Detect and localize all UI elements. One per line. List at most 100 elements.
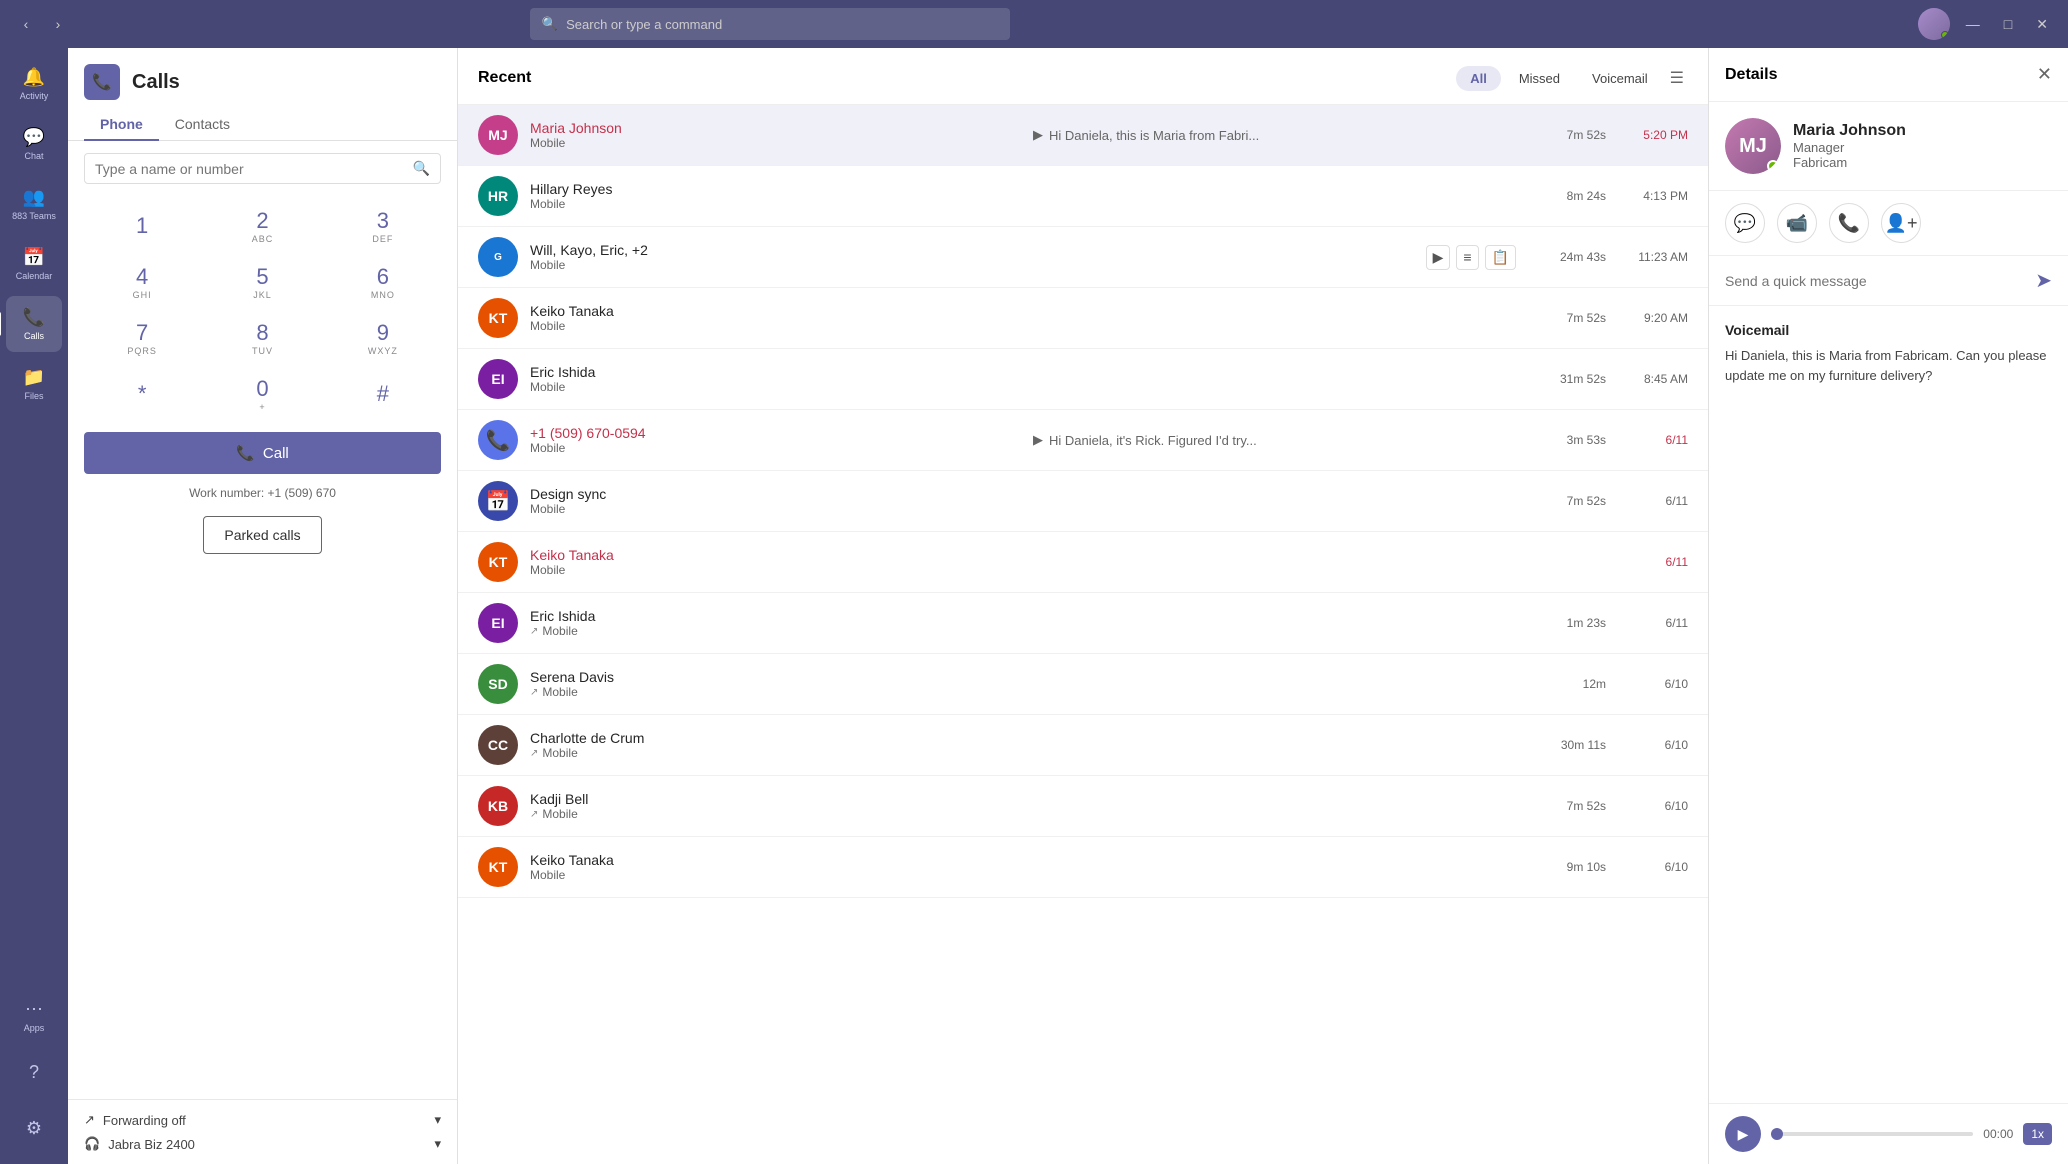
call-button[interactable]: 📞 Call	[84, 432, 441, 474]
call-time: 11:23 AM	[1618, 250, 1688, 264]
call-item[interactable]: CC Charlotte de Crum ↗ Mobile 30m 11s 6/…	[458, 715, 1708, 776]
filter-voicemail[interactable]: Voicemail	[1578, 66, 1662, 91]
caller-name: Keiko Tanaka	[530, 303, 1021, 319]
caller-type: ↗ Mobile	[530, 807, 1021, 821]
dial-key-6[interactable]: 6 MNO	[325, 256, 441, 308]
sidebar: 🔔 Activity 💬 Chat 👥 883 Teams 📅 Calendar…	[0, 48, 68, 1164]
minimize-button[interactable]: —	[1958, 12, 1988, 36]
device-setting[interactable]: 🎧 Jabra Biz 2400 ▾	[84, 1136, 441, 1152]
person-details: Maria Johnson Manager Fabricam	[1793, 122, 1906, 170]
more-action-button[interactable]: 👤+	[1881, 203, 1921, 243]
call-time: 6/11	[1618, 494, 1688, 508]
call-item[interactable]: EI Eric Ishida ↗ Mobile 1m 23s 6/11	[458, 593, 1708, 654]
audio-scrubber[interactable]	[1771, 1128, 1783, 1140]
audio-speed-button[interactable]: 1x	[2023, 1123, 2052, 1145]
call-item[interactable]: KT Keiko Tanaka Mobile 6/11	[458, 532, 1708, 593]
dial-key-1[interactable]: 1	[84, 200, 200, 252]
back-button[interactable]: ‹	[12, 10, 40, 38]
call-duration: 30m 11s	[1536, 738, 1606, 752]
dial-key-9[interactable]: 9 WXYZ	[325, 312, 441, 364]
call-preview: ▶ Hi Daniela, this is Maria from Fabri..…	[1033, 127, 1524, 143]
play-voicemail-button[interactable]: ▶	[1725, 1116, 1761, 1152]
dial-key-3[interactable]: 3 DEF	[325, 200, 441, 252]
call-duration: 31m 52s	[1536, 372, 1606, 386]
forwarding-setting[interactable]: ↗ Forwarding off ▾	[84, 1112, 441, 1128]
call-action-button[interactable]: 📞	[1829, 203, 1869, 243]
tab-phone[interactable]: Phone	[84, 108, 159, 140]
call-item[interactable]: HR Hillary Reyes Mobile 8m 24s 4:13 PM	[458, 166, 1708, 227]
video-action-button[interactable]: 📹	[1777, 203, 1817, 243]
number-search-input[interactable]	[95, 161, 407, 177]
user-avatar[interactable]	[1918, 8, 1950, 40]
forward-button[interactable]: ›	[44, 10, 72, 38]
call-item[interactable]: MJ Maria Johnson Mobile ▶ Hi Daniela, th…	[458, 105, 1708, 166]
dial-key-8[interactable]: 8 TUV	[204, 312, 320, 364]
apps-icon: ⋯	[25, 999, 43, 1020]
dial-key-star[interactable]: *	[84, 368, 200, 420]
nav-buttons: ‹ ›	[12, 10, 72, 38]
tab-contacts[interactable]: Contacts	[159, 108, 246, 140]
call-duration: 7m 52s	[1536, 311, 1606, 325]
sidebar-item-apps[interactable]: ⋯ Apps	[6, 988, 62, 1044]
search-bar[interactable]: 🔍	[530, 8, 1010, 40]
sidebar-item-teams[interactable]: 👥 883 Teams	[6, 176, 62, 232]
call-item[interactable]: G Will, Kayo, Eric, +2 Mobile ▶ ≡ 📋 24m …	[458, 227, 1708, 288]
call-item[interactable]: KT Keiko Tanaka Mobile 9m 10s 6/10	[458, 837, 1708, 898]
sidebar-item-files[interactable]: 📁 Files	[6, 356, 62, 412]
audio-progress-bar[interactable]	[1771, 1132, 1973, 1136]
forwarding-chevron-icon: ▾	[434, 1112, 441, 1128]
caller-info: Keiko Tanaka Mobile	[530, 852, 1021, 882]
person-online-status	[1767, 160, 1779, 172]
filter-more-button[interactable]: ☰	[1666, 64, 1688, 92]
transcript-button[interactable]: ≡	[1456, 245, 1478, 270]
call-item[interactable]: SD Serena Davis ↗ Mobile 12m 6/10	[458, 654, 1708, 715]
details-close-button[interactable]: ✕	[2037, 64, 2052, 85]
close-button[interactable]: ✕	[2028, 12, 2056, 37]
call-duration: 1m 23s	[1536, 616, 1606, 630]
call-duration: 9m 10s	[1536, 860, 1606, 874]
filter-missed[interactable]: Missed	[1505, 66, 1574, 91]
call-item[interactable]: KB Kadji Bell ↗ Mobile 7m 52s 6/10	[458, 776, 1708, 837]
caller-type: Mobile	[530, 197, 1021, 211]
sidebar-label-activity: Activity	[20, 91, 49, 101]
avatar: G	[478, 237, 518, 277]
call-item[interactable]: 📅 Design sync Mobile 7m 52s 6/11	[458, 471, 1708, 532]
sidebar-item-chat[interactable]: 💬 Chat	[6, 116, 62, 172]
sidebar-label-files: Files	[24, 391, 43, 401]
caller-type: Mobile	[530, 319, 1021, 333]
play-recording-button[interactable]: ▶	[1426, 245, 1451, 270]
send-message-button[interactable]: ➤	[2035, 268, 2052, 293]
avatar: HR	[478, 176, 518, 216]
sidebar-label-apps: Apps	[24, 1023, 45, 1033]
chat-action-button[interactable]: 💬	[1725, 203, 1765, 243]
sidebar-item-calls[interactable]: 📞 Calls	[6, 296, 62, 352]
filter-all[interactable]: All	[1456, 66, 1501, 91]
maximize-button[interactable]: □	[1996, 12, 2020, 36]
sidebar-item-help[interactable]: ?	[6, 1044, 62, 1100]
sidebar-item-settings[interactable]: ⚙	[6, 1100, 62, 1156]
calls-title: Calls	[132, 71, 180, 94]
number-search-row[interactable]: 🔍	[84, 153, 441, 184]
caller-info: Maria Johnson Mobile	[530, 120, 1021, 150]
dial-key-7[interactable]: 7 PQRS	[84, 312, 200, 364]
dial-key-5[interactable]: 5 JKL	[204, 256, 320, 308]
sidebar-item-calendar[interactable]: 📅 Calendar	[6, 236, 62, 292]
dial-key-4[interactable]: 4 GHI	[84, 256, 200, 308]
call-item[interactable]: EI Eric Ishida Mobile 31m 52s 8:45 AM	[458, 349, 1708, 410]
parked-calls-button[interactable]: Parked calls	[203, 516, 321, 554]
sidebar-item-activity[interactable]: 🔔 Activity	[6, 56, 62, 112]
dial-key-0[interactable]: 0 +	[204, 368, 320, 420]
dialpad-grid: 1 2 ABC 3 DEF 4 GHI 5 JKL	[84, 200, 441, 420]
call-item[interactable]: KT Keiko Tanaka Mobile 7m 52s 9:20 AM	[458, 288, 1708, 349]
calls-icon: 📞	[23, 307, 45, 328]
caller-name: Serena Davis	[530, 669, 1021, 685]
notes-button[interactable]: 📋	[1485, 245, 1516, 270]
dial-key-hash[interactable]: #	[325, 368, 441, 420]
details-person: MJ Maria Johnson Manager Fabricam	[1709, 102, 2068, 191]
tab-bar: Phone Contacts	[68, 100, 457, 141]
call-item[interactable]: 📞 +1 (509) 670-0594 Mobile ▶ Hi Daniela,…	[458, 410, 1708, 471]
search-input[interactable]	[566, 17, 998, 32]
quick-message-input[interactable]	[1725, 273, 2027, 289]
caller-name: Eric Ishida	[530, 364, 1021, 380]
dial-key-2[interactable]: 2 ABC	[204, 200, 320, 252]
